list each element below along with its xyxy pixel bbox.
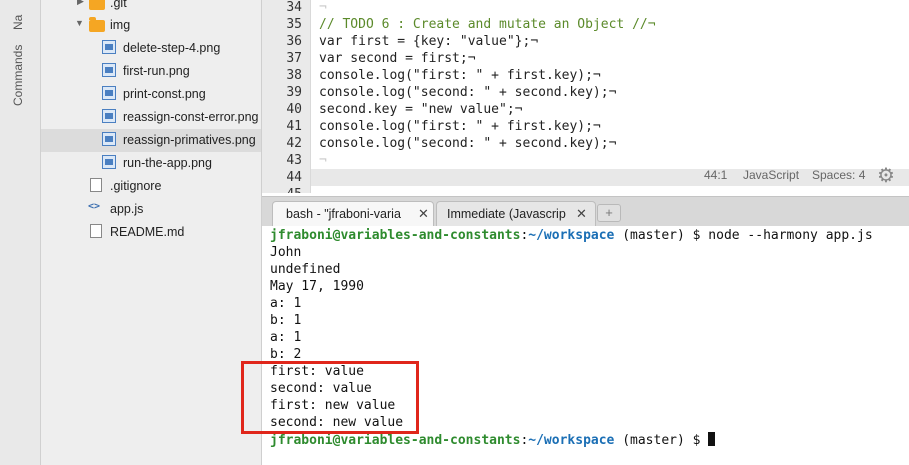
terminal-output-line: a: 1 [270, 330, 302, 345]
text-file-icon [90, 224, 102, 238]
tree-item-file[interactable]: first-run.png [41, 60, 261, 83]
code-line: var first = {key: "value"};¬ [319, 34, 539, 49]
prompt-path: ~/workspace [528, 228, 615, 243]
tab-bash[interactable]: bash - "jfraboni-varia ✕ [272, 201, 434, 226]
javascript-file-icon: <> [88, 201, 101, 212]
text-file-icon [90, 178, 102, 192]
line-number-gutter: 34 35 36 37 38 39 40 41 42 43 44 45 [262, 0, 311, 193]
add-tab-icon[interactable]: + [597, 204, 621, 222]
prompt-branch: (master) $ [614, 228, 701, 243]
code-line: console.log("first: " + first.key);¬ [319, 68, 601, 83]
line-number: 38 [286, 68, 302, 83]
terminal-output-line: b: 2 [270, 347, 302, 362]
line-number: 37 [286, 51, 302, 66]
image-file-icon [102, 109, 116, 123]
line-number: 40 [286, 102, 302, 117]
close-tab-icon[interactable]: ✕ [418, 206, 429, 222]
highlight-box [241, 361, 419, 434]
tree-item-file[interactable]: .gitignore [41, 175, 261, 198]
terminal-output-line: May 17, 1990 [270, 279, 364, 294]
terminal-cursor [708, 432, 716, 446]
tree-item-label: first-run.png [123, 64, 190, 78]
code-line: console.log("second: " + second.key);¬ [319, 136, 617, 151]
code-line: console.log("second: " + second.key);¬ [319, 85, 617, 100]
image-file-icon [102, 132, 116, 146]
close-tab-icon[interactable]: ✕ [576, 206, 587, 222]
tree-item-label: img [110, 18, 131, 32]
tree-item-file[interactable]: README.md [41, 221, 261, 244]
prompt-user: jfraboni@variables-and-constants [270, 433, 521, 448]
code-line-comment: // TODO 6 : Create and mutate an Object … [319, 17, 656, 32]
indent-setting[interactable]: Spaces: 4 [812, 168, 865, 182]
image-file-icon [102, 86, 116, 100]
terminal-output-line: a: 1 [270, 296, 302, 311]
tree-item-file[interactable]: <> app.js [41, 198, 261, 221]
navigate-panel-label[interactable]: Na [11, 15, 25, 30]
line-number: 41 [286, 119, 302, 134]
tab-immediate[interactable]: Immediate (Javascrip ✕ [436, 201, 596, 226]
tree-item-git[interactable]: ▶ .git [41, 0, 261, 15]
expanded-arrow-icon[interactable]: ▼ [75, 18, 84, 28]
tree-item-file-selected[interactable]: reassign-primatives.png [41, 129, 261, 152]
prompt-branch: (master) $ [614, 433, 701, 448]
tree-item-label: .git [110, 0, 127, 10]
image-file-icon [102, 40, 116, 54]
tab-label: Immediate (Javascrip [447, 207, 566, 221]
tree-item-file[interactable]: reassign-const-error.png [41, 106, 261, 129]
tree-item-label: .gitignore [110, 179, 162, 193]
tree-item-file[interactable]: run-the-app.png [41, 152, 261, 175]
side-rail: Na Commands [0, 0, 41, 465]
terminal-output-line: b: 1 [270, 313, 302, 328]
terminal-command: node --harmony app.js [700, 228, 873, 243]
code-editor[interactable]: 34 35 36 37 38 39 40 41 42 43 44 45 ¬ //… [262, 0, 909, 193]
terminal-tab-bar: bash - "jfraboni-varia ✕ Immediate (Java… [262, 196, 909, 227]
tree-item-label: README.md [110, 225, 185, 239]
folder-icon [89, 17, 105, 32]
tree-item-label: app.js [110, 202, 144, 216]
code-line: var second = first;¬ [319, 51, 476, 66]
terminal-output-line: John [270, 245, 302, 260]
prompt-path: ~/workspace [528, 433, 615, 448]
folder-icon [89, 0, 105, 10]
line-number: 34 [286, 0, 302, 15]
terminal-command-line: jfraboni@variables-and-constants:~/works… [270, 228, 873, 243]
terminal-output-line: undefined [270, 262, 341, 277]
tree-item-label: delete-step-4.png [123, 41, 221, 55]
tree-item-label: run-the-app.png [123, 156, 212, 170]
code-line: ¬ [319, 0, 327, 15]
file-tree: ▶ .git ▼ img delete-step-4.png first-run… [41, 0, 262, 465]
tree-item-file[interactable]: print-const.png [41, 83, 261, 106]
code-line: console.log("first: " + first.key);¬ [319, 119, 601, 134]
line-number: 36 [286, 34, 302, 49]
line-number: 42 [286, 136, 302, 151]
tree-item-img[interactable]: ▼ img [41, 14, 261, 37]
collapsed-arrow-icon[interactable]: ▶ [77, 0, 84, 7]
image-file-icon [102, 63, 116, 77]
line-number: 43 [286, 153, 302, 168]
cursor-position[interactable]: 44:1 [704, 168, 727, 182]
gear-icon[interactable]: ⚙ [877, 166, 895, 186]
line-number: 45 [286, 187, 302, 193]
line-number: 35 [286, 17, 302, 32]
image-file-icon [102, 155, 116, 169]
tree-item-label: print-const.png [123, 87, 206, 101]
commands-panel-label[interactable]: Commands [11, 45, 25, 106]
line-number: 39 [286, 85, 302, 100]
code-line: ¬ [319, 153, 327, 168]
language-mode[interactable]: JavaScript [743, 168, 799, 182]
tree-item-label: reassign-const-error.png [123, 110, 259, 124]
prompt-user: jfraboni@variables-and-constants [270, 228, 521, 243]
line-number: 44 [286, 170, 302, 185]
tab-label: bash - "jfraboni-varia [286, 207, 401, 221]
tree-item-label: reassign-primatives.png [123, 133, 256, 147]
terminal-prompt-line: jfraboni@variables-and-constants:~/works… [270, 432, 716, 448]
tree-item-file[interactable]: delete-step-4.png [41, 37, 261, 60]
code-line: second.key = "new value";¬ [319, 102, 523, 117]
